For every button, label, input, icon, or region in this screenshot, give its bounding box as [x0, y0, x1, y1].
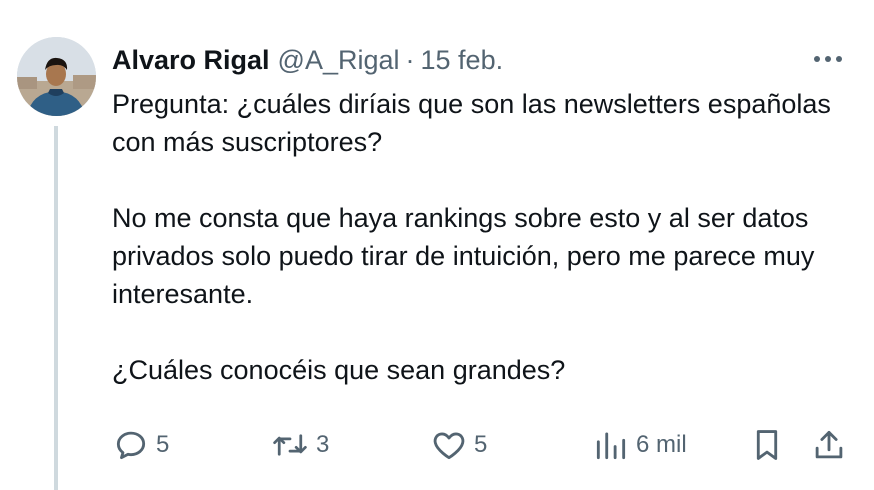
views-icon [592, 426, 630, 464]
reply-button[interactable]: 5 [112, 425, 169, 465]
share-button[interactable] [810, 425, 848, 465]
views-button[interactable]: 6 mil [592, 425, 687, 465]
tweet-header: Alvaro Rigal @A_Rigal · 15 feb. [112, 40, 503, 80]
bookmark-button[interactable] [748, 425, 786, 465]
share-icon [810, 426, 848, 464]
author-handle[interactable]: @A_Rigal [278, 45, 400, 76]
reply-count: 5 [156, 431, 170, 458]
like-button[interactable]: 5 [430, 425, 487, 465]
tweet-paragraph: ¿Cuáles conocéis que sean grandes? [112, 355, 566, 385]
action-bar: 5 3 5 6 mil [112, 425, 852, 465]
retweet-button[interactable]: 3 [270, 425, 329, 465]
like-count: 5 [474, 431, 488, 458]
author-name[interactable]: Alvaro Rigal [112, 45, 270, 76]
tweet: Alvaro Rigal @A_Rigal · 15 feb. Pregunta… [0, 0, 874, 490]
separator-dot: · [405, 44, 415, 75]
retweet-icon [270, 426, 310, 464]
reply-icon [112, 426, 150, 464]
retweet-count: 3 [316, 431, 330, 458]
views-count: 6 mil [636, 431, 687, 458]
tweet-paragraph: Pregunta: ¿cuáles diríais que son las ne… [112, 89, 831, 157]
tweet-date[interactable]: 15 feb. [421, 45, 504, 76]
tweet-text: Pregunta: ¿cuáles diríais que son las ne… [112, 85, 852, 389]
thread-line [54, 126, 58, 490]
like-icon [430, 426, 468, 464]
more-icon[interactable] [806, 44, 850, 74]
tweet-paragraph: No me consta que haya rankings sobre est… [112, 203, 815, 309]
avatar[interactable] [17, 37, 96, 116]
bookmark-icon [748, 426, 786, 464]
